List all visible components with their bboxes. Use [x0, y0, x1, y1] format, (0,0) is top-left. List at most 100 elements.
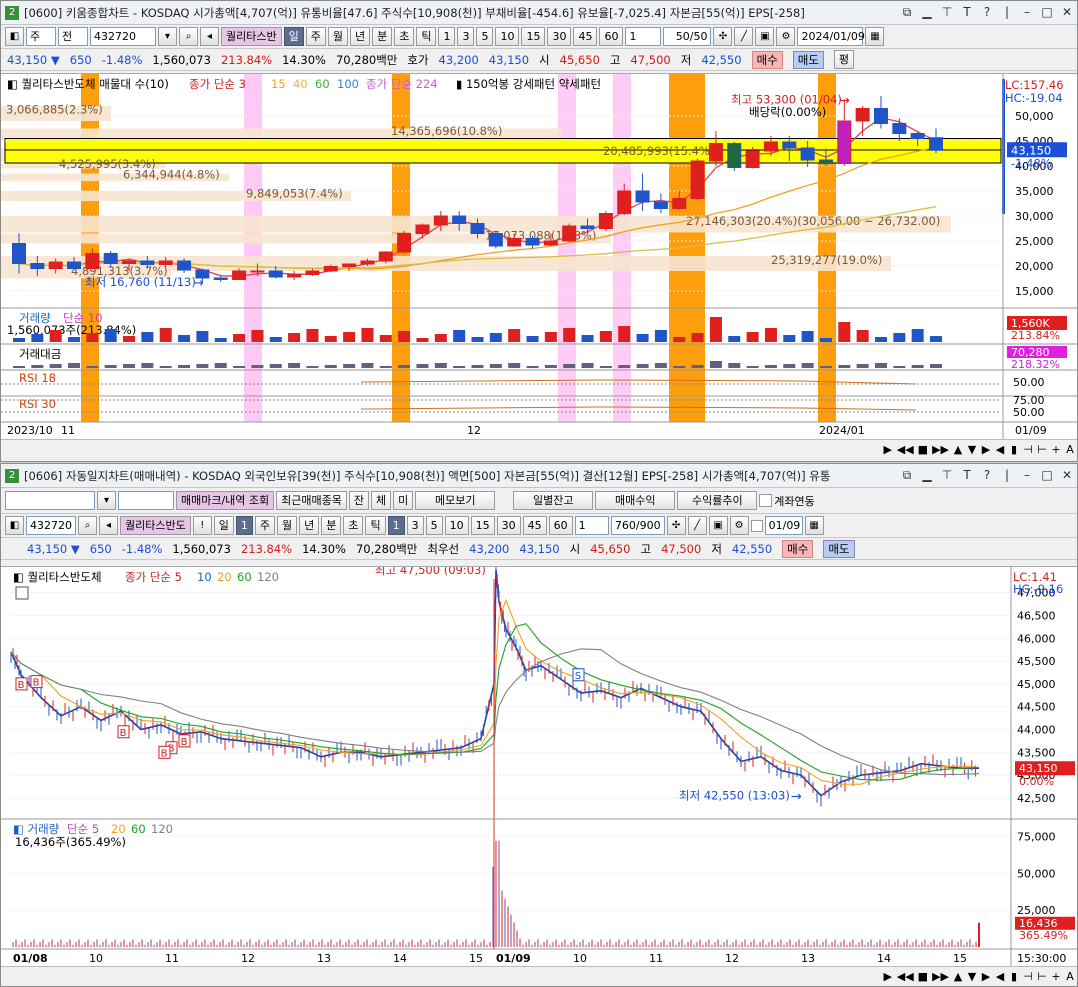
calendar-icon[interactable]: ▦ [865, 27, 885, 46]
daily-candle-chart[interactable]: 50,00045,00040,00035,00030,00025,00020,0… [1, 74, 1077, 442]
password-input[interactable] [118, 491, 174, 510]
candle-body[interactable] [543, 240, 558, 246]
candle-body[interactable] [85, 253, 100, 269]
candle-body[interactable] [562, 225, 577, 242]
candle-body[interactable] [800, 147, 815, 161]
candle-body[interactable] [892, 123, 907, 134]
candle-body[interactable] [103, 253, 118, 264]
candle-body[interactable] [580, 225, 595, 229]
nav-button[interactable]: ⊣ [1023, 443, 1033, 456]
nav-button[interactable]: ⊢ [1037, 443, 1047, 456]
nav-button[interactable]: ▶ [883, 443, 893, 456]
nav-button[interactable]: ■ [918, 443, 928, 456]
nav-button[interactable]: ▼ [967, 970, 977, 983]
candle-body[interactable] [910, 133, 925, 139]
candle-body[interactable] [12, 243, 26, 264]
candle-body[interactable] [507, 238, 522, 247]
stock-name-button[interactable]: 퀄리타스반 [221, 27, 282, 46]
draw-icon[interactable]: ╱ [687, 516, 707, 535]
nav-button[interactable]: ⊢ [1037, 970, 1047, 983]
tick-3[interactable]: 3 [457, 27, 475, 46]
draw-icon[interactable]: ╱ [734, 27, 754, 46]
sell-button[interactable]: 매도 [792, 50, 824, 69]
speaker-icon[interactable]: ◂ [200, 27, 219, 46]
nav-button[interactable]: + [1051, 443, 1061, 456]
period-minute[interactable]: 분 [321, 516, 342, 535]
period-week[interactable]: 주 [305, 27, 326, 46]
range-input[interactable]: 50/50 [663, 27, 712, 46]
filled-button[interactable]: 체 [371, 491, 392, 510]
count-input[interactable]: 1 [625, 27, 662, 46]
maximize-button[interactable]: □ [1041, 468, 1053, 483]
period-week[interactable]: 주 [254, 516, 275, 535]
eval-button[interactable]: 평 [833, 50, 855, 69]
maximize-button[interactable]: □ [1041, 5, 1053, 20]
tick-5[interactable]: 5 [476, 27, 494, 46]
period-year[interactable]: 년 [349, 27, 371, 46]
date-input[interactable]: 01/09 [764, 516, 803, 535]
dropdown-icon[interactable]: ▾ [97, 491, 116, 510]
candle-body[interactable] [378, 251, 393, 262]
nav-button[interactable]: ▲ [953, 443, 963, 456]
candle-body[interactable] [635, 190, 650, 203]
candle-body[interactable] [232, 270, 247, 280]
tick-30[interactable]: 30 [496, 516, 521, 535]
period-year[interactable]: 년 [299, 516, 320, 535]
candle-body[interactable] [617, 190, 632, 214]
tools-icon[interactable]: ✣ [666, 516, 686, 535]
candle-body[interactable] [158, 260, 173, 265]
candle-body[interactable] [213, 277, 228, 280]
minimize-icon[interactable]: ▁ [921, 5, 933, 20]
nav-button[interactable]: ▮ [1009, 443, 1019, 456]
restore-icon[interactable]: ⧉ [901, 468, 913, 483]
candle-body[interactable] [287, 274, 302, 278]
minimize-icon[interactable]: ▁ [921, 468, 933, 483]
tick-60[interactable]: 60 [599, 27, 624, 46]
pin-icon[interactable]: ⊤ [941, 5, 953, 20]
restore-icon[interactable]: ⧉ [901, 5, 913, 20]
tick-15[interactable]: 15 [470, 516, 495, 535]
text-icon[interactable]: T [961, 468, 973, 483]
settings-gear-icon[interactable]: ⚙ [729, 516, 749, 535]
minimize-button[interactable]: – [1021, 5, 1033, 20]
period-tick[interactable]: 틱 [416, 27, 437, 46]
candle-body[interactable] [598, 213, 613, 229]
candle-body[interactable] [360, 260, 375, 265]
candle-body[interactable] [250, 270, 265, 273]
candle-body[interactable] [433, 215, 448, 226]
return-trend-button[interactable]: 수익률추이 [677, 491, 758, 510]
date-input[interactable]: 2024/01/09 [797, 27, 865, 46]
tick-30[interactable]: 30 [547, 27, 572, 46]
candle-body[interactable] [452, 215, 467, 224]
candle-body[interactable] [782, 141, 797, 149]
help-icon[interactable]: ? [981, 5, 993, 20]
candle-body[interactable] [727, 143, 742, 168]
layout-icon[interactable]: ◧ [5, 516, 24, 535]
nav-button[interactable]: ◀ [995, 970, 1005, 983]
nav-button[interactable]: A [1065, 443, 1075, 456]
market-select[interactable]: 주 [26, 27, 56, 46]
nav-button[interactable]: ▲ [953, 970, 963, 983]
candle-body[interactable] [323, 266, 338, 272]
tick-1[interactable]: 1 [438, 27, 456, 46]
candle-body[interactable] [305, 270, 320, 275]
dropdown-icon[interactable]: ▾ [158, 27, 177, 46]
candle-body[interactable] [67, 261, 82, 269]
candle-body[interactable] [855, 108, 870, 122]
candle-body[interactable] [397, 233, 412, 253]
tick-15[interactable]: 15 [521, 27, 546, 46]
candle-body[interactable] [177, 260, 192, 271]
candle-body[interactable] [30, 263, 45, 269]
nav-button[interactable]: ▮ [1009, 970, 1019, 983]
period-second[interactable]: 초 [343, 516, 364, 535]
period-day[interactable]: 일 [213, 516, 234, 535]
period-minute[interactable]: 분 [372, 27, 393, 46]
intraday-minute-chart[interactable]: 47,00046,50046,00045,50045,00044,50044,0… [1, 567, 1077, 967]
candle-body[interactable] [488, 233, 503, 247]
tick-1[interactable]: 1 [387, 516, 405, 535]
candle-body[interactable] [690, 160, 705, 199]
account-select[interactable] [5, 491, 95, 510]
period-tick[interactable]: 틱 [365, 516, 386, 535]
nav-button[interactable]: A [1065, 970, 1075, 983]
mode-select[interactable]: 전 [58, 27, 88, 46]
